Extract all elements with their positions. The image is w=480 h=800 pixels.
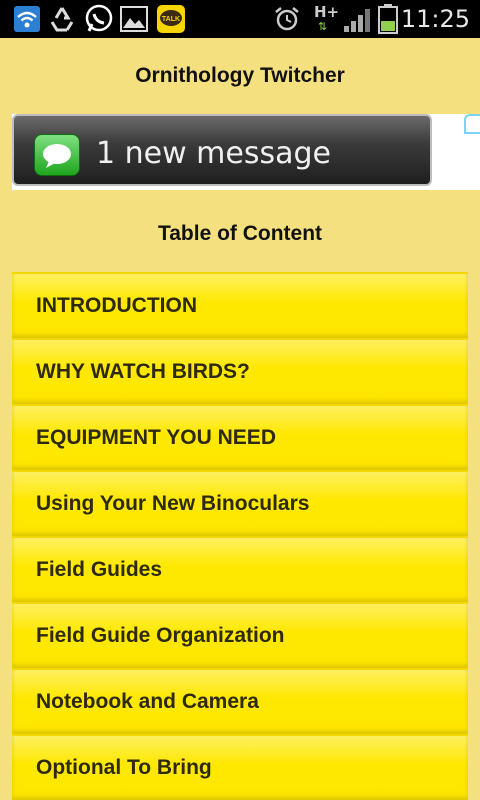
toc-item-field-guide-organization[interactable]: Field Guide Organization [12, 602, 468, 668]
toc-item-label: EQUIPMENT YOU NEED [36, 426, 276, 449]
battery-icon [378, 4, 398, 39]
toc-item-notebook-camera[interactable]: Notebook and Camera [12, 668, 468, 734]
toc-item-label: INTRODUCTION [36, 294, 197, 317]
whatsapp-icon [84, 4, 114, 39]
app-title: Ornithology Twitcher [135, 64, 345, 87]
svg-text:TALK: TALK [162, 16, 180, 23]
toc-item-binoculars[interactable]: Using Your New Binoculars [12, 470, 468, 536]
toc-item-introduction[interactable]: INTRODUCTION [12, 272, 468, 338]
wifi-icon [14, 6, 40, 37]
kakaotalk-icon: TALK [157, 5, 185, 38]
toc-item-label: Field Guide Organization [36, 624, 285, 647]
ad-message-box[interactable]: 1 new message [12, 114, 432, 186]
toc-item-optional-to-bring[interactable]: Optional To Bring [12, 734, 468, 800]
toc-item-label: Optional To Bring [36, 756, 212, 779]
signal-icon [344, 8, 372, 37]
toc-item-label: Field Guides [36, 558, 163, 581]
toc-list: INTRODUCTION WHY WATCH BIRDS? EQUIPMENT … [12, 272, 468, 800]
status-bar: TALK H+ ⇅ 11:25 [0, 0, 480, 38]
recycle-icon [48, 6, 76, 37]
message-icon [34, 134, 80, 176]
alarm-icon [274, 6, 300, 37]
ad-message-text: 1 new message [96, 136, 331, 171]
toc-heading: Table of Content [157, 222, 323, 245]
toc-item-label: Using Your New Binoculars [36, 492, 310, 515]
toc-item-label: WHY WATCH BIRDS? [36, 360, 250, 383]
image-icon [120, 6, 148, 37]
toc-item-label: Notebook and Camera [36, 690, 259, 713]
toc-item-field-guides[interactable]: Field Guides [12, 536, 468, 602]
data-arrows-icon: ⇅ [318, 21, 328, 33]
toc-item-why-watch-birds[interactable]: WHY WATCH BIRDS? [12, 338, 468, 404]
clock: 11:25 [400, 5, 470, 33]
network-type: H+ ⇅ [314, 3, 340, 33]
ad-info-icon[interactable] [464, 114, 480, 134]
ad-banner[interactable]: 1 new message [12, 114, 480, 190]
toc-item-equipment[interactable]: EQUIPMENT YOU NEED [12, 404, 468, 470]
